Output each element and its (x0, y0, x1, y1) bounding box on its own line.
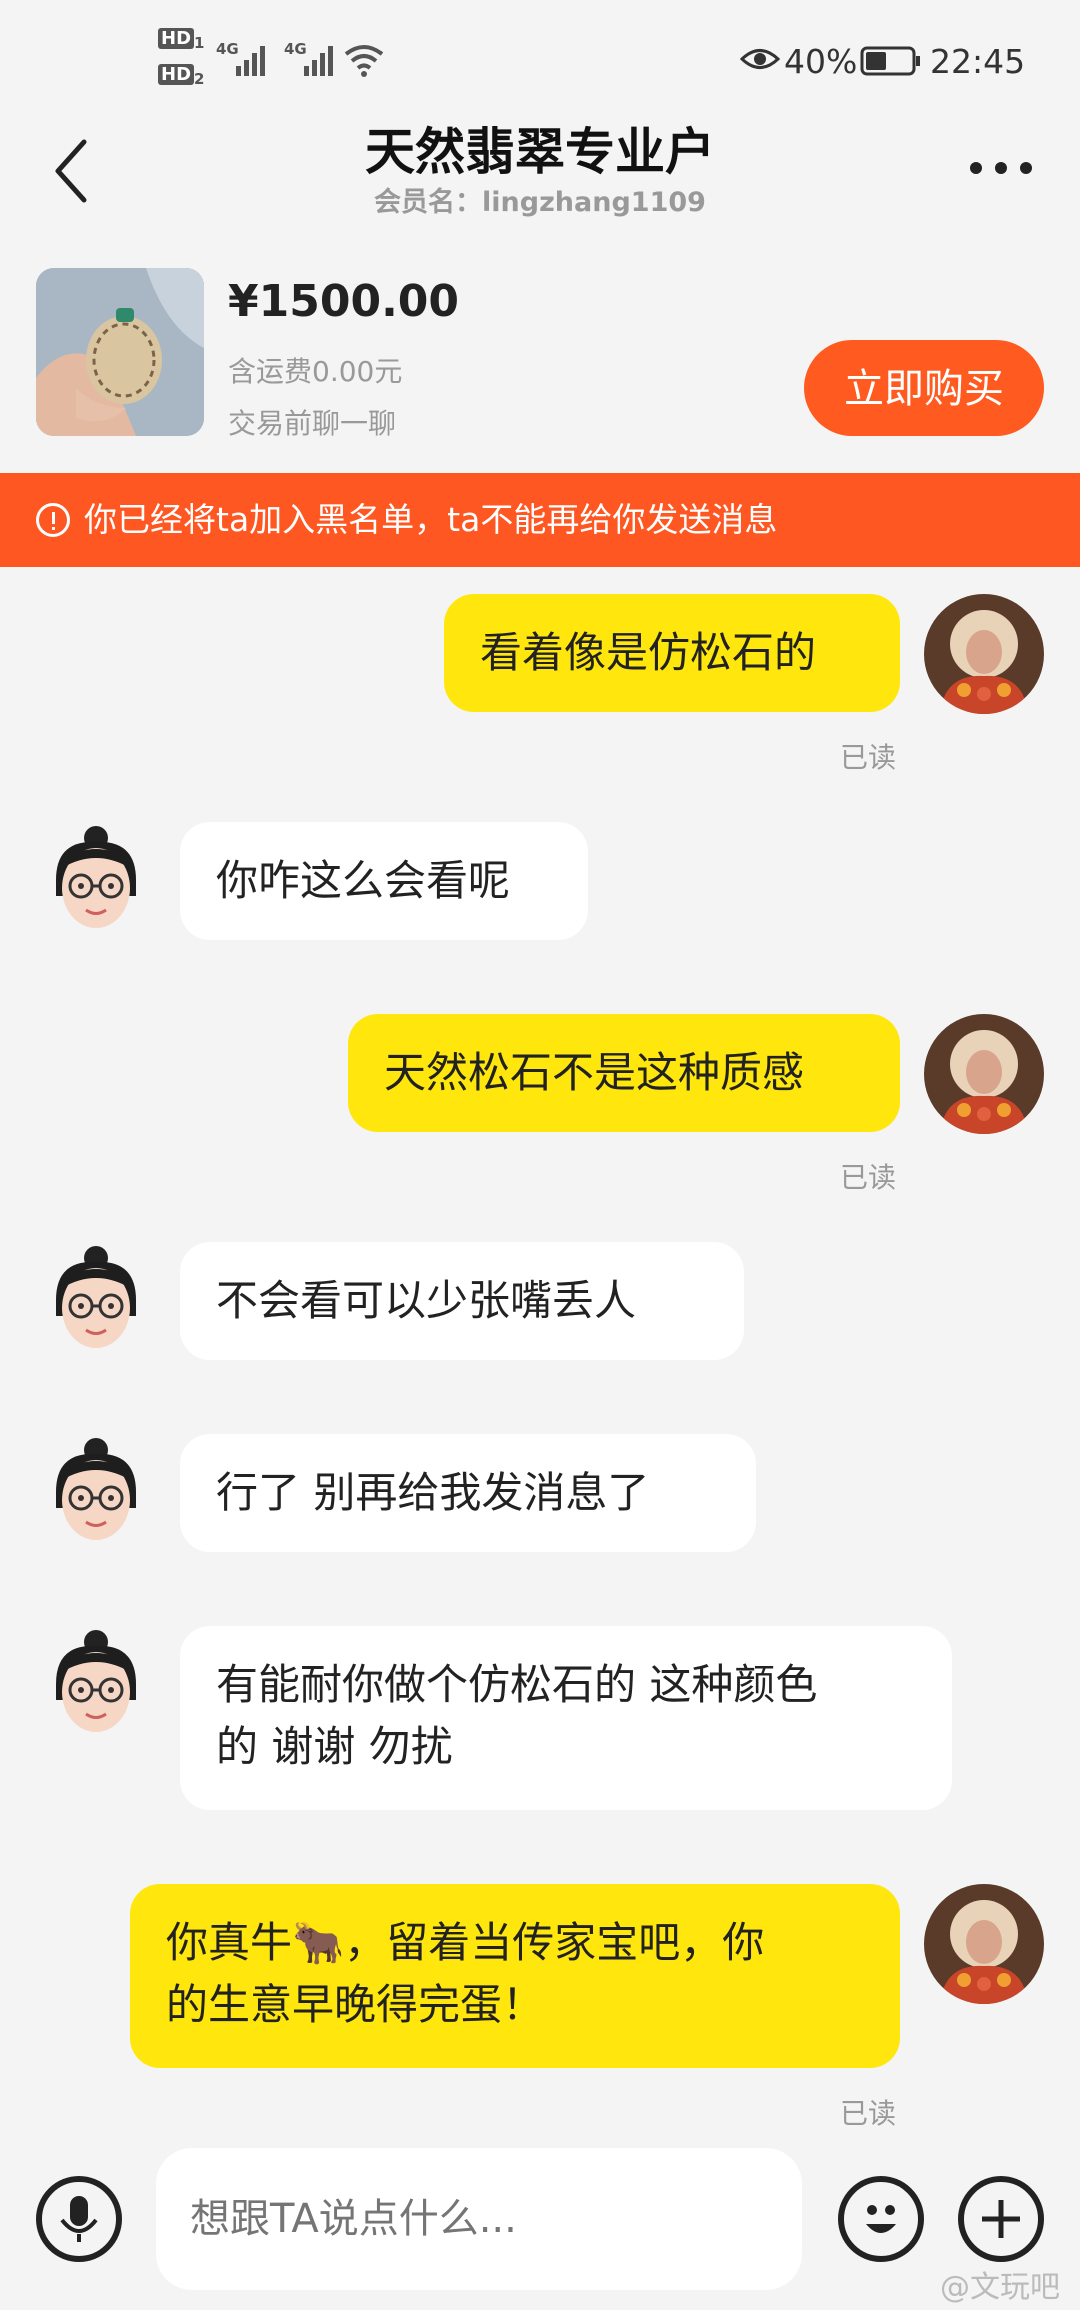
shipping-info: 含运费0.00元 (228, 355, 403, 388)
memoji-girl-icon (56, 826, 136, 928)
battery-percent: 40% (784, 42, 858, 81)
user-avatar-icon (924, 1014, 1044, 1134)
voice-input-button[interactable] (36, 2176, 122, 2262)
user-avatar-icon (924, 1884, 1044, 2004)
message-bubble-other[interactable]: 有能耐你做个仿松石的 这种颜色 的 谢谢 勿扰 (180, 1626, 952, 1810)
product-photo-icon (36, 268, 204, 436)
microphone-icon (60, 2196, 98, 2242)
seller-name: 天然翡翠专业户 (365, 123, 715, 181)
seller-avatar[interactable] (36, 818, 156, 938)
battery-icon (860, 46, 920, 76)
memoji-girl-icon (56, 1246, 136, 1348)
message-line: 你真牛🐂，留着当传家宝吧，你 (166, 1918, 765, 1967)
eye-icon (740, 49, 780, 69)
hd1-badge: HD (158, 28, 195, 49)
blocked-banner: 你已经将ta加入黑名单，ta不能再给你发送消息 (0, 473, 1080, 567)
seller-avatar[interactable] (36, 1622, 156, 1742)
message-line: 有能耐你做个仿松石的 这种颜色 (216, 1660, 818, 1709)
plus-icon (982, 2200, 1020, 2238)
message-bubble-other[interactable]: 你咋这么会看呢 (180, 822, 588, 940)
message-bubble-mine[interactable]: 你真牛🐂，留着当传家宝吧，你 的生意早晚得完蛋！ (130, 1884, 900, 2068)
message-bubble-mine[interactable]: 看着像是仿松石的 (444, 594, 900, 712)
signal-icon (236, 46, 265, 76)
blocked-banner-text: 你已经将ta加入黑名单，ta不能再给你发送消息 (84, 500, 778, 539)
message-bubble-other[interactable]: 行了 别再给我发消息了 (180, 1434, 756, 1552)
member-id: 会员名：lingzhang1109 (374, 187, 706, 218)
my-avatar[interactable] (924, 1014, 1044, 1134)
hd2-sub: 2 (194, 70, 205, 88)
my-avatar[interactable] (924, 1884, 1044, 2004)
watermark: @文玩吧 (940, 2270, 1060, 2305)
seller-avatar[interactable] (36, 1430, 156, 1550)
memoji-girl-icon (56, 1630, 136, 1732)
message-bubble-other[interactable]: 不会看可以少张嘴丢人 (180, 1242, 744, 1360)
wifi-icon (344, 45, 384, 77)
more-options-icon[interactable] (966, 158, 1036, 178)
smiley-icon (866, 2205, 896, 2233)
hd2-badge: HD (158, 64, 195, 85)
buy-now-button[interactable]: 立即购买 (804, 340, 1044, 436)
product-price: ¥1500.00 (228, 276, 460, 327)
message-line: 的生意早晚得完蛋！ (166, 1980, 545, 2029)
memoji-girl-icon (56, 1438, 136, 1540)
my-avatar[interactable] (924, 594, 1044, 714)
user-avatar-icon (924, 594, 1044, 714)
seller-avatar[interactable] (36, 1238, 156, 1358)
chat-header: 天然翡翠专业户 会员名：lingzhang1109 (0, 100, 1080, 250)
more-actions-button[interactable] (958, 2176, 1044, 2262)
read-receipt: 已读 (840, 1161, 897, 1194)
alert-icon (36, 503, 70, 537)
message-input[interactable] (156, 2148, 802, 2290)
read-receipt: 已读 (840, 741, 897, 774)
signal-icon-2 (304, 46, 333, 76)
chat-before-trade-note: 交易前聊一聊 (228, 407, 397, 440)
message-line: 的 谢谢 勿扰 (216, 1722, 453, 1771)
clock: 22:45 (930, 42, 1026, 81)
read-receipt: 已读 (840, 2097, 897, 2130)
message-bubble-mine[interactable]: 天然松石不是这种质感 (348, 1014, 900, 1132)
product-thumbnail[interactable] (36, 268, 204, 436)
emoji-button[interactable] (838, 2176, 924, 2262)
hd1-sub: 1 (194, 34, 205, 52)
